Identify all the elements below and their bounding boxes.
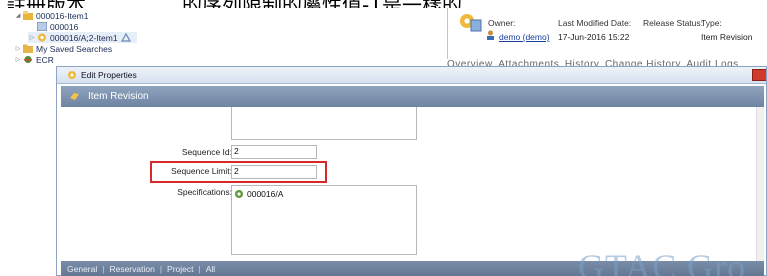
- tree-item-label: 000016: [50, 21, 79, 32]
- specification-item[interactable]: 000016/A: [234, 189, 416, 199]
- checked-out-icon: [120, 33, 131, 42]
- dialog-titlebar[interactable]: Edit Properties: [57, 67, 766, 84]
- user-icon: [487, 30, 494, 40]
- item-revision-large-icon: [460, 14, 482, 32]
- type-label: Type:: [701, 18, 722, 28]
- type-banner: Item Revision: [61, 86, 764, 107]
- edit-properties-icon: [68, 71, 76, 79]
- navigation-tree: ◢ 000016-Item1 000016 ▷ 000016/A;2-Item1…: [0, 8, 447, 68]
- tab-separator: |: [198, 264, 201, 274]
- tab-project[interactable]: Project: [167, 264, 193, 274]
- tree-item-item1[interactable]: ◢ 000016-Item1: [14, 10, 89, 21]
- expand-icon[interactable]: ▷: [14, 45, 22, 52]
- tree-item-000016[interactable]: 000016: [28, 21, 78, 32]
- sequence-id-field[interactable]: 2: [231, 145, 317, 159]
- specifications-label: Specifications:: [177, 187, 232, 197]
- close-button[interactable]: [752, 69, 766, 81]
- expand-icon[interactable]: ◢: [14, 12, 22, 19]
- specification-value: 000016/A: [247, 189, 284, 199]
- sequence-id-value: 2: [234, 146, 239, 156]
- tree-item-revision[interactable]: ▷ 000016/A;2-Item1: [28, 32, 137, 43]
- tree-item-label: 000016-Item1: [36, 10, 89, 21]
- dialog-title: Edit Properties: [81, 70, 137, 80]
- item-revision-icon: [38, 33, 46, 42]
- expand-icon[interactable]: ▷: [14, 56, 22, 63]
- tree-item-label: My Saved Searches: [36, 43, 113, 54]
- tree-item-label: 000016/A;2-Item1: [50, 32, 118, 43]
- ecr-icon: [24, 56, 32, 63]
- previous-field-area[interactable]: [231, 107, 417, 140]
- tab-all[interactable]: All: [206, 264, 215, 274]
- type-value: Item Revision: [701, 32, 753, 42]
- expand-icon[interactable]: ▷: [28, 34, 36, 41]
- tab-reservation[interactable]: Reservation: [109, 264, 154, 274]
- tree-item-ecr[interactable]: ▷ ECR: [14, 54, 54, 65]
- specifications-list[interactable]: 000016/A: [231, 185, 417, 255]
- highlight-box: [150, 161, 327, 183]
- owner-value[interactable]: demo (demo): [499, 32, 550, 42]
- tab-separator: |: [159, 264, 163, 274]
- banner-title: Item Revision: [88, 91, 149, 102]
- edit-properties-dialog: Edit Properties Item Revision Sequence I…: [56, 66, 767, 276]
- folder-icon: [23, 44, 33, 53]
- item-folder-icon: [23, 11, 33, 20]
- vertical-scrollbar[interactable]: [756, 107, 764, 261]
- owner-label: Owner:: [488, 18, 516, 28]
- modified-value: 17-Jun-2016 15:22: [558, 32, 630, 42]
- item-master-icon: [37, 22, 47, 31]
- tree-item-label: ECR: [36, 54, 54, 65]
- sequence-id-label: Sequence Id:: [181, 147, 232, 157]
- modified-label: Last Modified Date:: [558, 18, 632, 28]
- properties-form: Sequence Id: 2 Sequence Limit: 2 Specifi…: [61, 107, 764, 261]
- dataset-icon: [235, 190, 243, 198]
- watermark: GTAC Gro: [578, 247, 747, 276]
- tab-general[interactable]: General: [67, 264, 97, 274]
- release-status-label: Release Status:: [643, 18, 704, 28]
- tree-item-saved-searches[interactable]: ▷ My Saved Searches: [14, 43, 112, 54]
- item-revision-icon: [70, 93, 79, 100]
- tab-separator: |: [102, 264, 105, 274]
